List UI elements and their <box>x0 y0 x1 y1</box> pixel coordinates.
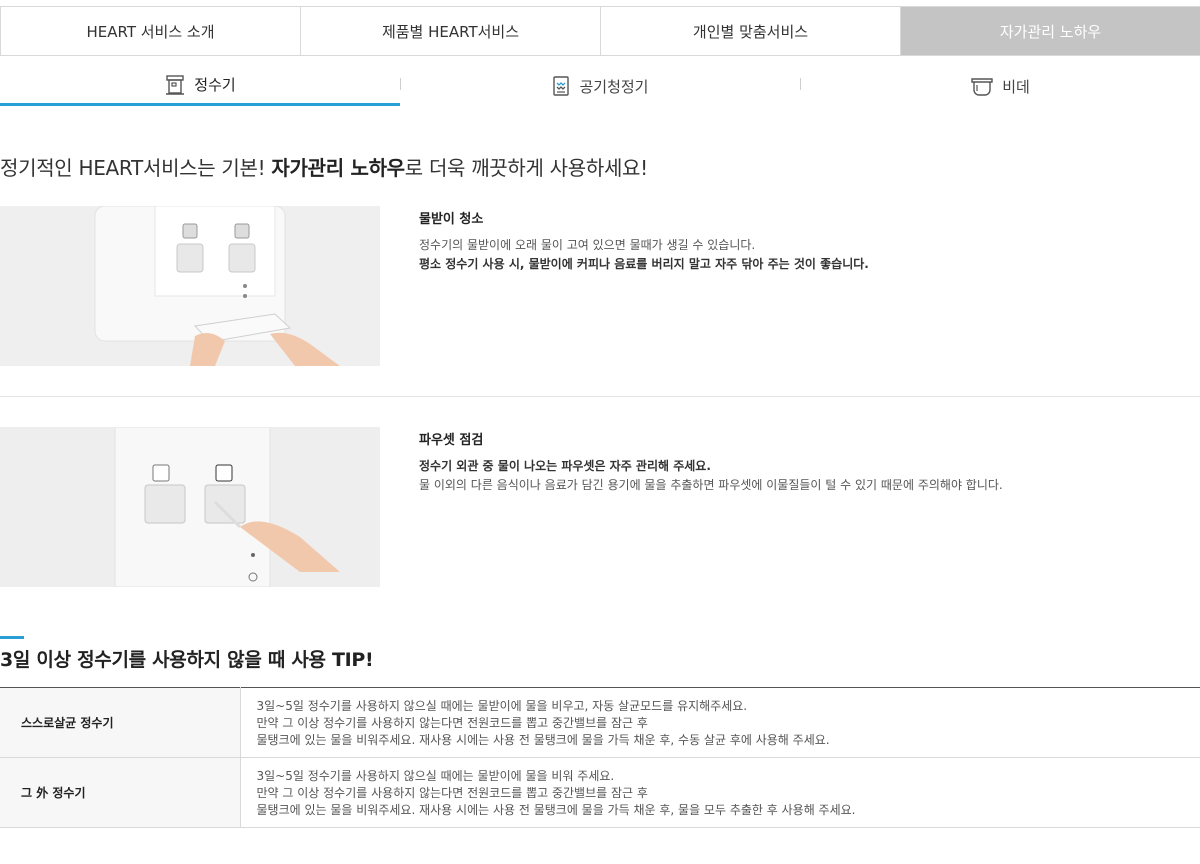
sub-tab-label: 비데 <box>1002 77 1030 96</box>
tab-label: 제품별 HEART서비스 <box>381 22 520 41</box>
bidet-icon <box>970 76 994 96</box>
sub-tab-air-purifier[interactable]: 공기청정기 <box>400 66 800 106</box>
desc-line: 3일~5일 정수기를 사용하지 않으실 때에는 물받이에 물을 비우고, 자동 … <box>256 698 748 713</box>
sub-tab-bidet[interactable]: 비데 <box>800 66 1200 106</box>
care-text-faucet: 파우셋 점검 정수기 외관 중 물이 나오는 파우셋은 자주 관리해 주세요. … <box>419 429 1179 495</box>
page-headline: 정기적인 HEART서비스는 기본! 자가관리 노하우로 더욱 깨끗하게 사용하… <box>0 152 648 181</box>
headline-prefix: 정기적인 HEART서비스는 기본! <box>0 156 272 180</box>
table-row-label: 그 外 정수기 <box>0 757 241 828</box>
table-row-label: 스스로살균 정수기 <box>0 687 241 758</box>
water-purifier-icon <box>164 74 186 96</box>
tip-accent-bar <box>0 636 24 639</box>
table-row-desc: 3일~5일 정수기를 사용하지 않으실 때에는 물받이에 물을 비워 주세요. … <box>240 757 1200 828</box>
desc-line: 만약 그 이상 정수기를 사용하지 않는다면 전원코드를 뽑고 중간밸브를 잠근… <box>256 715 648 730</box>
care-title: 물받이 청소 <box>419 212 484 227</box>
care-title: 파우셋 점검 <box>419 433 484 448</box>
care-item-drip-tray: 물받이 청소 정수기의 물받이에 오래 물이 고여 있으면 물때가 생길 수 있… <box>0 206 1200 366</box>
faucet-photo <box>0 427 380 587</box>
tip-table: 스스로살균 정수기 3일~5일 정수기를 사용하지 않으실 때에는 물받이에 물… <box>0 687 1200 828</box>
care-desc-line: 평소 정수기 사용 시, 물받이에 커피나 음료를 버리지 말고 자주 닦아 주… <box>419 257 869 271</box>
section-divider <box>0 396 1200 397</box>
care-text-drip-tray: 물받이 청소 정수기의 물받이에 오래 물이 고여 있으면 물때가 생길 수 있… <box>419 208 1179 274</box>
tip-title: 3일 이상 정수기를 사용하지 않을 때 사용 TIP! <box>0 649 374 671</box>
table-row: 스스로살균 정수기 3일~5일 정수기를 사용하지 않으실 때에는 물받이에 물… <box>0 687 1200 758</box>
care-desc-line: 물 이외의 다른 음식이나 음료가 담긴 용기에 물을 추출하면 파우셋에 이물… <box>419 478 1003 492</box>
care-desc-line: 정수기의 물받이에 오래 물이 고여 있으면 물때가 생길 수 있습니다. <box>419 238 756 252</box>
care-item-faucet: 파우셋 점검 정수기 외관 중 물이 나오는 파우셋은 자주 관리해 주세요. … <box>0 427 1200 587</box>
tab-label: 자가관리 노하우 <box>999 22 1102 41</box>
tab-label: 개인별 맞춤서비스 <box>692 22 809 41</box>
sub-tab-label: 정수기 <box>194 76 236 94</box>
table-row-desc: 3일~5일 정수기를 사용하지 않으실 때에는 물받이에 물을 비우고, 자동 … <box>240 687 1200 758</box>
desc-line: 만약 그 이상 정수기를 사용하지 않는다면 전원코드를 뽑고 중간밸브를 잠근… <box>256 785 648 800</box>
top-tab-bar: HEART 서비스 소개 제품별 HEART서비스 개인별 맞춤서비스 자가관리… <box>0 6 1200 56</box>
care-desc-line: 정수기 외관 중 물이 나오는 파우셋은 자주 관리해 주세요. <box>419 459 711 473</box>
desc-line: 3일~5일 정수기를 사용하지 않으실 때에는 물받이에 물을 비워 주세요. <box>256 768 615 783</box>
product-sub-tabs: 정수기 공기청정기 비데 <box>0 66 1200 106</box>
table-row: 그 外 정수기 3일~5일 정수기를 사용하지 않으실 때에는 물받이에 물을 … <box>0 757 1200 828</box>
sub-tab-label: 공기청정기 <box>579 77 649 96</box>
air-purifier-icon <box>551 75 571 97</box>
tab-label: HEART 서비스 소개 <box>86 22 215 41</box>
tab-product-heart-service[interactable]: 제품별 HEART서비스 <box>301 7 601 55</box>
tab-personal-custom-service[interactable]: 개인별 맞춤서비스 <box>601 7 901 55</box>
desc-line: 물탱크에 있는 물을 비워주세요. 재사용 시에는 사용 전 물탱크에 물을 가… <box>256 802 856 817</box>
sub-tab-water-purifier[interactable]: 정수기 <box>0 66 400 106</box>
tab-self-care-knowhow[interactable]: 자가관리 노하우 <box>901 7 1200 55</box>
headline-emphasis: 자가관리 노하우 <box>271 156 405 180</box>
tab-heart-service-intro[interactable]: HEART 서비스 소개 <box>1 7 301 55</box>
drip-tray-photo <box>0 206 380 366</box>
headline-suffix: 로 더욱 깨끗하게 사용하세요! <box>404 156 648 180</box>
desc-line: 물탱크에 있는 물을 비워주세요. 재사용 시에는 사용 전 물탱크에 물을 가… <box>256 732 830 747</box>
